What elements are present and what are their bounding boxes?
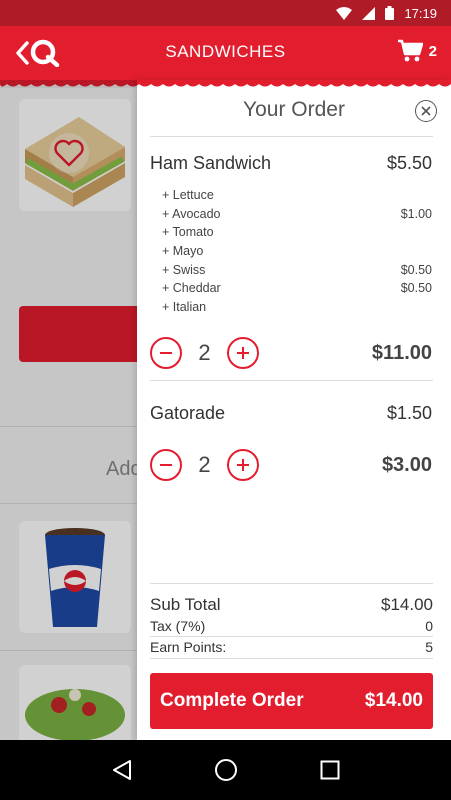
line-total: $3.00 <box>381 454 432 476</box>
divider <box>150 380 433 381</box>
signal-icon <box>362 6 376 20</box>
wifi-icon <box>336 6 353 20</box>
points-row: Earn Points: 5 <box>150 639 433 655</box>
tax-label: Tax (7%) <box>150 618 206 634</box>
modifier-row: + Italian <box>162 300 207 315</box>
item-name: Ham Sandwich <box>150 153 272 173</box>
nav-recents-icon[interactable] <box>320 760 340 780</box>
status-bar: 17:19 <box>0 0 451 26</box>
minus-icon <box>160 352 172 354</box>
quantity-value: 2 <box>198 340 211 365</box>
increase-button[interactable] <box>227 449 259 481</box>
modifier-row: + Swiss $0.50 <box>162 262 432 277</box>
nav-home-icon[interactable] <box>214 758 238 782</box>
tax-row: Tax (7%) 0 <box>150 618 433 634</box>
close-icon <box>421 106 431 116</box>
complete-order-button[interactable]: Complete Order $14.00 <box>150 673 433 729</box>
complete-order-total: $14.00 <box>364 690 423 711</box>
decrease-button[interactable] <box>150 337 182 369</box>
plus-icon <box>237 347 249 359</box>
item-name: Gatorade <box>150 403 226 423</box>
points-value: 5 <box>425 639 433 655</box>
subtotal-value: $14.00 <box>381 595 433 614</box>
app-bar: SANDWICHES 2 <box>0 26 451 80</box>
page-title: SANDWICHES <box>165 42 286 61</box>
close-button[interactable] <box>415 100 437 122</box>
modifier-list: + Lettuce + Avocado $1.00 + Tomato + Mayo… <box>162 188 432 319</box>
complete-order-label: Complete Order <box>160 690 304 711</box>
divider <box>150 136 433 137</box>
modifier-row: + Avocado $1.00 <box>162 206 432 221</box>
system-nav-bar <box>0 740 451 800</box>
modifier-row: + Mayo <box>162 244 204 259</box>
increase-button[interactable] <box>227 337 259 369</box>
modifier-row: + Cheddar $0.50 <box>162 281 432 296</box>
line-total: $11.00 <box>371 342 432 364</box>
tax-value: 0 <box>425 618 433 634</box>
subtotal-row: Sub Total $14.00 <box>150 595 433 615</box>
plus-icon <box>237 459 249 471</box>
modifier-row: + Lettuce <box>162 188 214 202</box>
modifier-row: + Tomato <box>162 225 214 240</box>
divider <box>150 636 433 637</box>
item-price: $1.50 <box>386 403 432 423</box>
decrease-button[interactable] <box>150 449 182 481</box>
cart-button[interactable]: 2 <box>397 39 437 63</box>
divider <box>150 658 433 659</box>
divider <box>150 583 433 584</box>
points-label: Earn Points: <box>150 639 227 655</box>
quantity-stepper: 2 <box>150 337 259 369</box>
quantity-value: 2 <box>198 452 211 477</box>
status-time: 17:19 <box>404 5 437 21</box>
subtotal-label: Sub Total <box>150 595 221 614</box>
minus-icon <box>160 464 172 466</box>
item-price: $5.50 <box>386 153 432 173</box>
order-panel: Your Order Ham Sandwich $5.50 + Lettuce … <box>137 80 451 740</box>
quantity-stepper: 2 <box>150 449 259 481</box>
cart-count: 2 <box>428 42 437 60</box>
cart-icon <box>397 39 423 62</box>
nav-back-icon[interactable] <box>111 759 133 781</box>
battery-icon <box>385 6 395 20</box>
order-title: Your Order <box>243 98 345 121</box>
